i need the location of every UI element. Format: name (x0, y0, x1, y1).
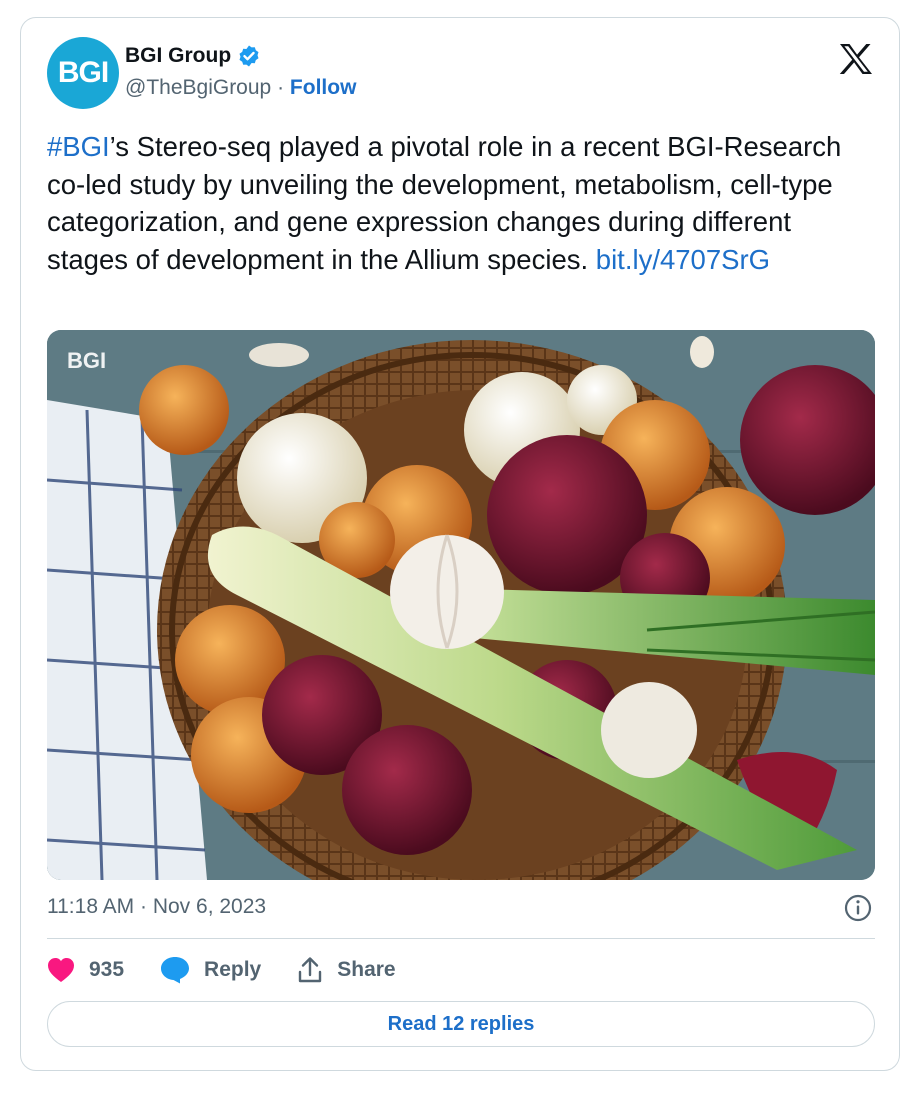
tweet-card: BGI BGI Group @TheBgiGroup · Follow #BGI… (20, 17, 900, 1071)
like-button[interactable]: 935 (47, 957, 124, 983)
follow-button[interactable]: Follow (290, 76, 357, 99)
verified-badge-icon (239, 45, 259, 67)
hashtag-link[interactable]: #BGI (47, 131, 110, 162)
author-name[interactable]: BGI Group (125, 44, 231, 68)
share-icon (299, 957, 322, 983)
avatar[interactable]: BGI (47, 37, 119, 109)
info-icon[interactable] (843, 893, 873, 923)
share-label: Share (337, 958, 396, 981)
reply-label: Reply (204, 958, 262, 981)
divider (47, 938, 875, 939)
read-replies-label: Read 12 replies (387, 1012, 535, 1035)
action-bar: 935 Reply Share (47, 952, 432, 988)
onion-basket-photo: BGI (47, 330, 875, 880)
handle-separator: · (277, 76, 285, 99)
timestamp[interactable]: 11:18 AM · Nov 6, 2023 (47, 895, 266, 919)
x-logo-icon[interactable] (839, 43, 873, 75)
tweet-text: #BGI’s Stereo-seq played a pivotal role … (47, 128, 877, 278)
image-watermark: BGI (67, 348, 106, 373)
like-count: 935 (89, 958, 125, 981)
tweet-image[interactable]: BGI (47, 330, 875, 880)
heart-icon (48, 958, 74, 982)
reply-button[interactable]: Reply (160, 956, 261, 984)
author-handle[interactable]: @TheBgiGroup (125, 76, 271, 99)
author-name-row[interactable]: BGI Group (125, 44, 261, 68)
share-button[interactable]: Share (297, 956, 396, 984)
handle-row: @TheBgiGroup · Follow (125, 76, 356, 100)
avatar-logo-text: BGI (57, 56, 109, 89)
read-replies-button[interactable]: Read 12 replies (47, 1001, 875, 1047)
url-link[interactable]: bit.ly/4707SrG (596, 244, 770, 275)
reply-bubble-icon (161, 957, 190, 984)
